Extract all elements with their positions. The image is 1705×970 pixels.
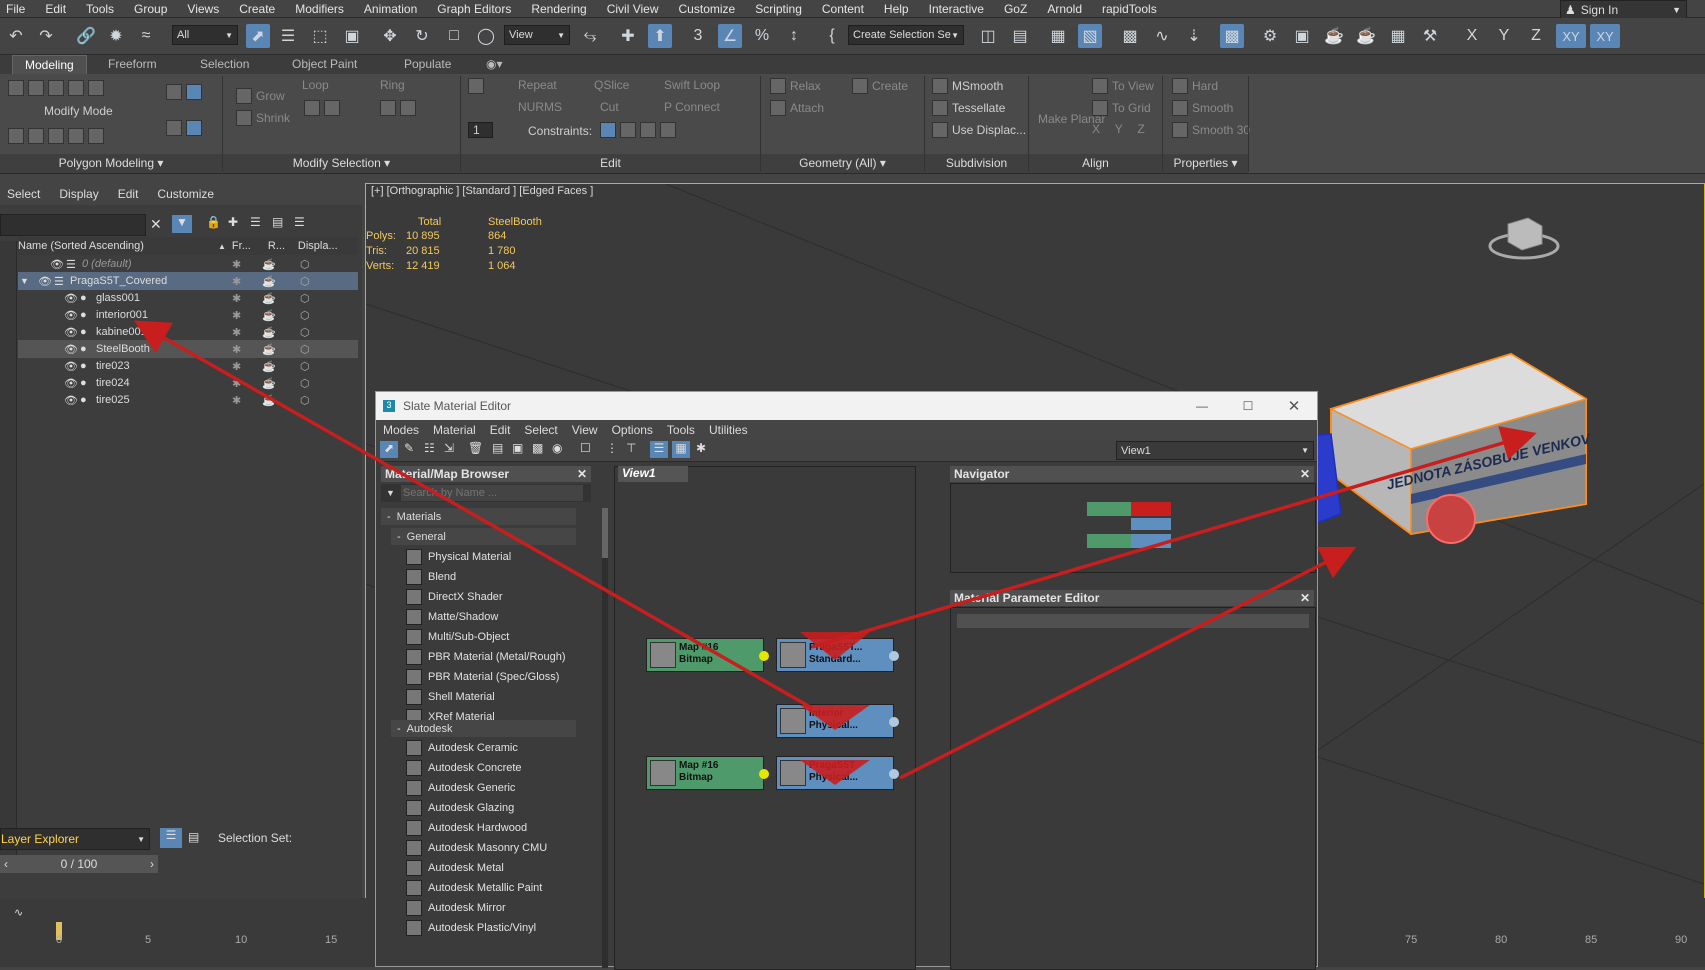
annotation-arrows xyxy=(133,320,1537,785)
